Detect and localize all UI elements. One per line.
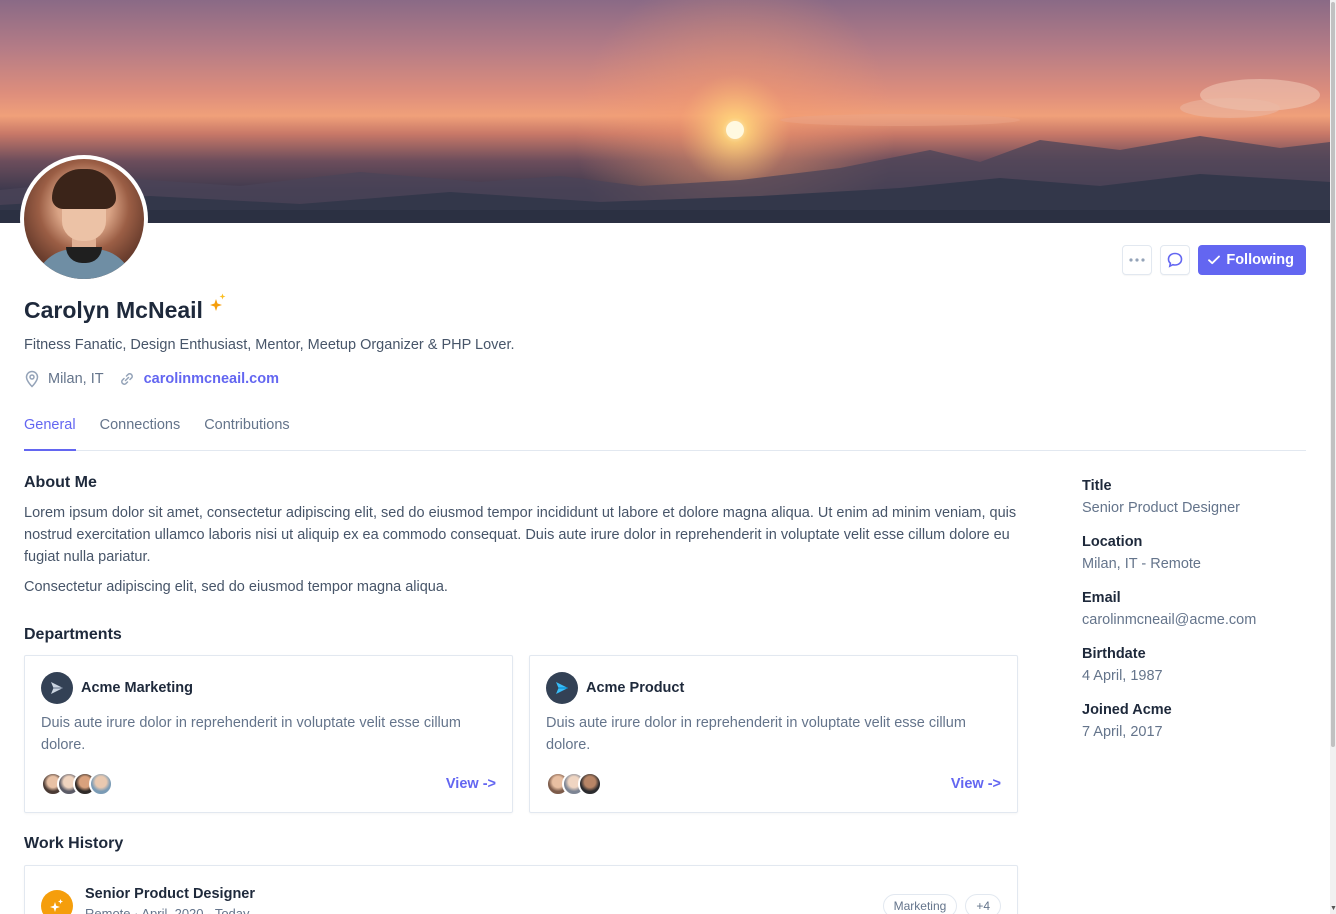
avatar-image [24, 159, 144, 279]
profile-bio: Fitness Fanatic, Design Enthusiast, Ment… [24, 337, 515, 353]
detail-email: Email carolinmcneail@acme.com [1082, 589, 1312, 633]
departments-heading: Departments [24, 626, 122, 643]
tag-more[interactable]: +4 [965, 894, 1001, 914]
detail-label: Joined Acme [1082, 702, 1172, 718]
tab-contributions[interactable]: Contributions [204, 409, 289, 451]
tag[interactable]: Marketing [882, 894, 958, 914]
work-history-item: Senior Product Designer Remote · April, … [24, 865, 1018, 914]
about-heading: About Me [24, 474, 97, 491]
detail-label: Location [1082, 534, 1143, 550]
map-pin-icon [25, 370, 39, 388]
paper-plane-icon [41, 672, 73, 704]
scrollbar[interactable] [1330, 0, 1336, 914]
sparkle-icon [41, 890, 73, 914]
more-options-button[interactable] [1122, 245, 1153, 275]
profile-details: Title Senior Product Designer Location M… [1082, 477, 1312, 757]
work-tags: Marketing +4 [882, 894, 1001, 914]
scrollbar-thumb[interactable] [1331, 2, 1335, 747]
following-button[interactable]: Following [1198, 245, 1306, 275]
view-department-link[interactable]: View -> [446, 776, 496, 792]
member-avatar [89, 772, 113, 796]
detail-label: Birthdate [1082, 646, 1146, 662]
work-history-heading: Work History [24, 835, 124, 852]
about-paragraph-2: Consectetur adipiscing elit, sed do eius… [24, 579, 448, 595]
detail-label: Email [1082, 590, 1121, 606]
sparkle-star-icon [209, 293, 226, 311]
profile-header: Carolyn McNeail [24, 293, 227, 327]
department-name: Acme Product [586, 680, 685, 696]
detail-value: Senior Product Designer [1082, 500, 1240, 516]
detail-location: Location Milan, IT - Remote [1082, 533, 1312, 577]
departments-list: Acme Marketing Duis aute irure dolor in … [24, 655, 1018, 813]
scroll-down-arrow-icon[interactable]: ▼ [1330, 904, 1336, 914]
following-label: Following [1226, 252, 1294, 268]
location-item: Milan, IT [24, 370, 104, 388]
chat-bubble-icon [1168, 252, 1183, 268]
detail-title: Title Senior Product Designer [1082, 477, 1312, 521]
check-icon [1208, 255, 1221, 265]
detail-joined: Joined Acme 7 April, 2017 [1082, 701, 1312, 745]
paper-plane-icon [546, 672, 578, 704]
work-subtitle: Remote · April, 2020 - Today [85, 906, 250, 914]
member-avatar [578, 772, 602, 796]
department-name: Acme Marketing [81, 680, 194, 696]
department-card: Acme Product Duis aute irure dolor in re… [529, 655, 1018, 813]
profile-name: Carolyn McNeail [24, 297, 203, 323]
work-title: Senior Product Designer [85, 886, 256, 902]
tab-connections[interactable]: Connections [100, 409, 181, 451]
cover-image [0, 0, 1330, 223]
detail-value: carolinmcneail@acme.com [1082, 612, 1257, 628]
website-item: carolinmcneail.com [118, 370, 279, 388]
website-link[interactable]: carolinmcneail.com [144, 371, 279, 387]
member-avatars [41, 772, 113, 796]
detail-birthdate: Birthdate 4 April, 1987 [1082, 645, 1312, 689]
about-section: About Me Lorem ipsum dolor sit amet, con… [24, 474, 1018, 598]
profile-tabs: General Connections Contributions [24, 409, 1306, 451]
member-avatars [546, 772, 602, 796]
profile-actions: Following [1122, 245, 1306, 275]
avatar [20, 155, 148, 283]
about-paragraph-1: Lorem ipsum dolor sit amet, consectetur … [24, 505, 1017, 565]
department-card: Acme Marketing Duis aute irure dolor in … [24, 655, 513, 813]
location-text: Milan, IT [48, 371, 104, 387]
view-department-link[interactable]: View -> [951, 776, 1001, 792]
tab-general[interactable]: General [24, 409, 76, 451]
detail-value: 7 April, 2017 [1082, 724, 1163, 740]
more-horizontal-icon [1129, 258, 1145, 262]
detail-value: Milan, IT - Remote [1082, 556, 1201, 572]
detail-label: Title [1082, 478, 1112, 494]
detail-value: 4 April, 1987 [1082, 668, 1163, 684]
link-icon [120, 373, 133, 385]
department-description: Duis aute irure dolor in reprehenderit i… [41, 715, 461, 753]
message-button[interactable] [1160, 245, 1191, 275]
department-description: Duis aute irure dolor in reprehenderit i… [546, 715, 966, 753]
profile-meta: Milan, IT carolinmcneail.com [24, 370, 279, 388]
